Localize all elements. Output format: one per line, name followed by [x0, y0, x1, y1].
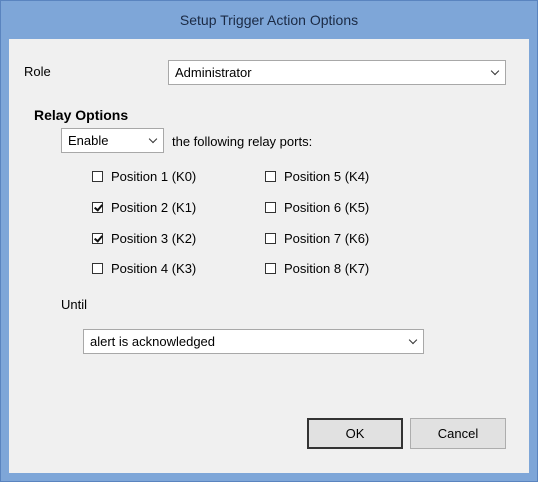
relay-position-1-checkbox[interactable]: Position 1 (K0): [92, 169, 196, 184]
relay-position-label: Position 1 (K0): [111, 169, 197, 184]
role-label: Role: [24, 64, 51, 79]
role-dropdown-value: Administrator: [175, 65, 252, 80]
chevron-down-icon: [490, 66, 500, 75]
until-label: Until: [61, 297, 88, 312]
relay-position-label: Position 2 (K1): [111, 200, 197, 215]
until-dropdown[interactable]: alert is acknowledged: [83, 329, 424, 354]
dialog-client-area: Role Administrator Relay Options Enable …: [9, 39, 529, 473]
relay-mode-value: Enable: [68, 133, 109, 148]
chevron-down-icon: [148, 134, 158, 143]
checkbox-icon: [92, 171, 103, 182]
checkbox-icon: [92, 263, 103, 274]
until-dropdown-value: alert is acknowledged: [90, 334, 216, 349]
relay-mode-dropdown[interactable]: Enable: [61, 128, 164, 153]
relay-position-2-checkbox[interactable]: Position 2 (K1): [92, 200, 196, 215]
relay-position-7-checkbox[interactable]: Position 7 (K6): [265, 231, 369, 246]
cancel-button[interactable]: Cancel: [410, 418, 506, 449]
relay-position-6-checkbox[interactable]: Position 6 (K5): [265, 200, 369, 215]
checkbox-icon: [265, 263, 276, 274]
dialog-title: Setup Trigger Action Options: [179, 12, 359, 28]
role-dropdown[interactable]: Administrator: [168, 60, 506, 85]
relay-position-label: Position 7 (K6): [284, 231, 370, 246]
relay-position-label: Position 8 (K7): [284, 261, 370, 276]
relay-position-label: Position 4 (K3): [111, 261, 197, 276]
relay-position-3-checkbox[interactable]: Position 3 (K2): [92, 231, 196, 246]
chevron-down-icon: [408, 335, 418, 344]
relay-position-4-checkbox[interactable]: Position 4 (K3): [92, 261, 196, 276]
relay-position-label: Position 6 (K5): [284, 200, 370, 215]
relay-ports-suffix: the following relay ports:: [172, 134, 313, 149]
checkbox-icon: [265, 233, 276, 244]
relay-position-5-checkbox[interactable]: Position 5 (K4): [265, 169, 369, 184]
relay-position-label: Position 5 (K4): [284, 169, 370, 184]
dialog-window: Setup Trigger Action Options Role Admini…: [0, 0, 538, 482]
checkbox-icon: [265, 171, 276, 182]
relay-options-heading: Relay Options: [34, 107, 129, 123]
relay-position-8-checkbox[interactable]: Position 8 (K7): [265, 261, 369, 276]
checkbox-checked-icon: [92, 202, 103, 213]
relay-position-label: Position 3 (K2): [111, 231, 197, 246]
checkbox-checked-icon: [92, 233, 103, 244]
checkbox-icon: [265, 202, 276, 213]
ok-button[interactable]: OK: [307, 418, 403, 449]
